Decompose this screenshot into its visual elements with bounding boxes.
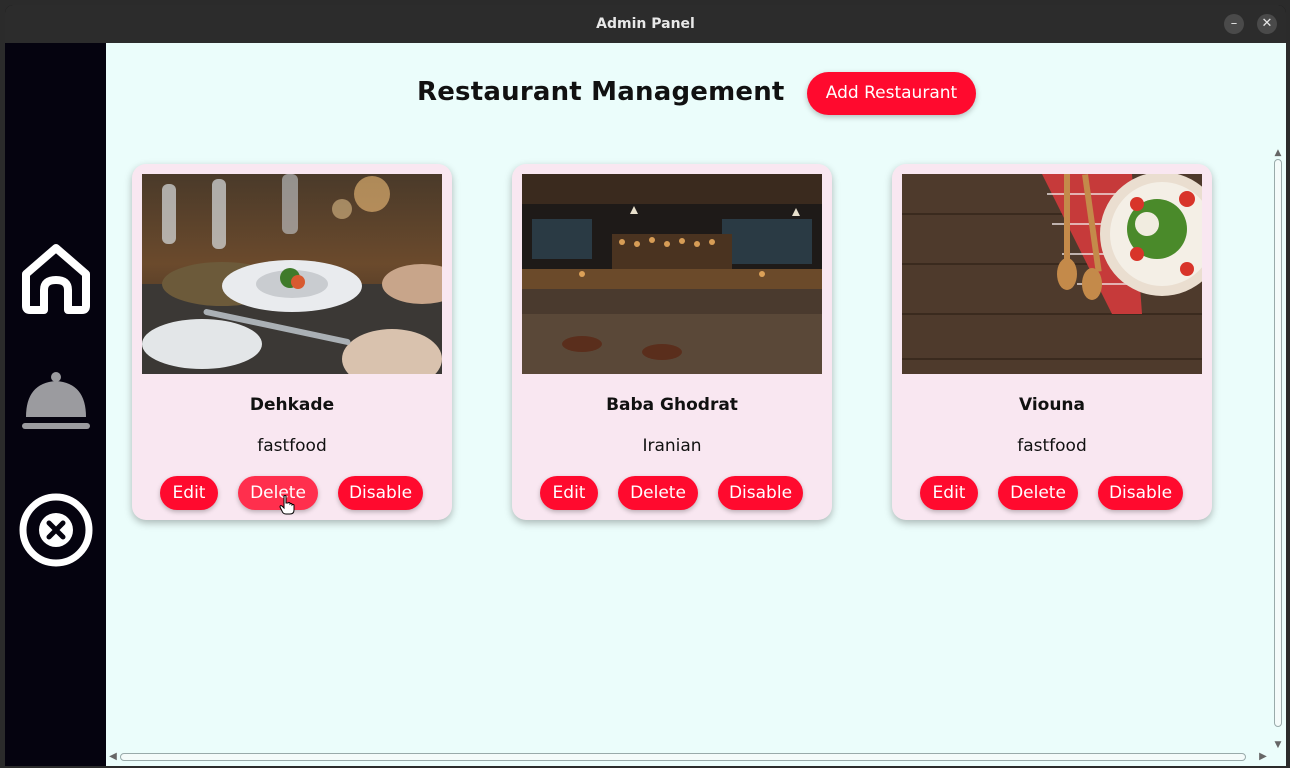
title-bar: Admin Panel – ✕ [5, 5, 1286, 43]
window-title: Admin Panel [596, 16, 695, 32]
delete-button[interactable]: Delete [998, 476, 1078, 510]
restaurant-cuisine: fastfood [257, 436, 327, 456]
disable-button[interactable]: Disable [338, 476, 423, 510]
restaurant-card: Viouna fastfood Edit Delete Disable [892, 164, 1212, 520]
restaurant-name: Viouna [1018, 395, 1086, 415]
home-icon[interactable] [18, 240, 94, 316]
vertical-scrollbar[interactable]: ▲ ▼ [1270, 147, 1286, 751]
vertical-scroll-track[interactable] [1274, 159, 1282, 727]
close-circle-icon[interactable] [18, 492, 94, 568]
edit-button[interactable]: Edit [160, 476, 218, 510]
edit-button[interactable]: Edit [540, 476, 598, 510]
scroll-right-arrow-icon[interactable]: ▶ [1256, 749, 1270, 765]
add-restaurant-button[interactable]: Add Restaurant [807, 72, 976, 115]
scroll-up-arrow-icon[interactable]: ▲ [1270, 147, 1286, 159]
horizontal-scroll-track[interactable] [120, 753, 1246, 761]
app-window: Admin Panel – ✕ Restaurant Management Ad… [5, 5, 1286, 766]
restaurant-card: Baba Ghodrat Iranian Edit Delete Disable [512, 164, 832, 520]
main-content: Restaurant Management Add Restaurant Deh… [106, 43, 1286, 766]
restaurant-name: Baba Ghodrat [606, 395, 738, 415]
edit-button[interactable]: Edit [920, 476, 978, 510]
sidebar [5, 43, 106, 766]
restaurant-cuisine: Iranian [642, 436, 702, 456]
delete-button[interactable]: Delete [618, 476, 698, 510]
page-title: Restaurant Management [417, 77, 785, 107]
salad-on-wood-photo [902, 174, 1202, 374]
delete-button[interactable]: Delete [238, 476, 318, 510]
bar-interior-photo [522, 174, 822, 374]
restaurant-name: Dehkade [249, 395, 335, 415]
disable-button[interactable]: Disable [1098, 476, 1183, 510]
minimize-button[interactable]: – [1224, 14, 1244, 34]
close-window-button[interactable]: ✕ [1257, 14, 1277, 34]
restaurant-card: Dehkade fastfood Edit Delete Disable [132, 164, 452, 520]
cloche-icon[interactable] [18, 365, 94, 441]
restaurant-dining-photo [142, 174, 442, 374]
horizontal-scrollbar[interactable]: ◀ ▶ [106, 749, 1270, 765]
scroll-down-arrow-icon[interactable]: ▼ [1270, 739, 1286, 751]
disable-button[interactable]: Disable [718, 476, 803, 510]
restaurant-cuisine: fastfood [1017, 436, 1087, 456]
scroll-left-arrow-icon[interactable]: ◀ [106, 749, 120, 765]
